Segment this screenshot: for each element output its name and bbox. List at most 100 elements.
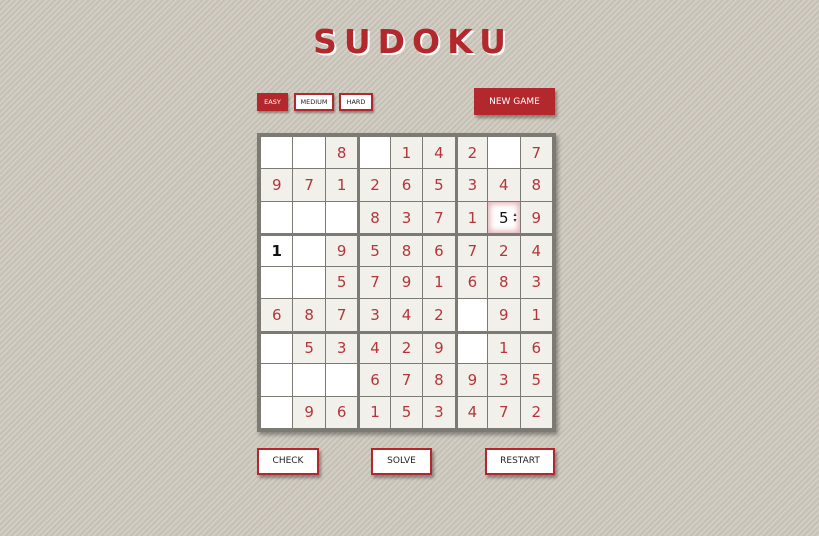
sudoku-cell[interactable]: 2 [390,333,423,364]
sudoku-cell[interactable]: 1 [325,169,358,201]
sudoku-cell[interactable]: 1 [520,299,552,331]
sudoku-cell[interactable]: 3 [390,201,423,234]
new-game-button[interactable]: NEW GAME [474,88,555,115]
sudoku-cell[interactable]: 1 [457,201,488,234]
cell-digit: 3 [499,370,509,389]
sudoku-cell[interactable]: 9 [457,364,488,396]
sudoku-cell[interactable]: 8 [293,299,325,331]
restart-button[interactable]: RESTART [485,448,555,475]
spinner-arrows-icon[interactable]: ▴ ▾ [514,211,517,224]
difficulty-hard-button[interactable]: HARD [339,93,373,111]
cell-digit: 2 [531,403,542,422]
cell-digit: 7 [467,242,478,261]
sudoku-cell[interactable]: 4 [488,169,520,201]
sudoku-cell[interactable]: 5 [520,364,552,396]
sudoku-cell[interactable]: 3 [325,333,358,364]
sudoku-cell[interactable]: 1 [488,333,520,364]
sudoku-cell[interactable]: 3 [360,299,390,331]
sudoku-cell[interactable]: 9 [520,201,552,234]
sudoku-cell[interactable]: 6 [520,333,552,364]
sudoku-cell-empty[interactable] [293,201,325,234]
sudoku-cell[interactable]: 6 [423,236,455,266]
sudoku-cell[interactable]: 5 [325,266,358,299]
sudoku-cell[interactable]: 8 [423,364,455,396]
sudoku-cell[interactable]: 2 [457,137,488,169]
sudoku-cell[interactable]: 2 [488,236,520,266]
sudoku-cell[interactable]: 9 [488,299,520,331]
spin-down-icon[interactable]: ▾ [514,217,517,224]
sudoku-cell[interactable]: 5 [293,333,325,364]
cell-digit: 3 [401,208,412,227]
sudoku-cell-empty[interactable] [261,266,293,299]
cell-digit: 4 [531,242,542,261]
sudoku-cell[interactable]: 6 [360,364,390,396]
sudoku-cell-empty[interactable] [293,364,325,396]
sudoku-cell[interactable]: 8 [488,266,520,299]
sudoku-cell[interactable]: 3 [457,169,488,201]
sudoku-cell[interactable]: 7 [488,396,520,428]
cell-digit: 2 [434,305,444,324]
cell-digit: 8 [336,143,347,162]
sudoku-cell-empty[interactable] [293,266,325,299]
sudoku-cell[interactable]: 7 [325,299,358,331]
sudoku-cell[interactable]: 6 [261,299,293,331]
sudoku-cell[interactable]: 8 [360,201,390,234]
sudoku-cell[interactable]: 8 [325,137,358,169]
difficulty-medium-button[interactable]: MEDIUM [294,93,334,111]
solve-button[interactable]: SOLVE [371,448,432,475]
sudoku-cell[interactable]: 9 [293,396,325,428]
cell-digit: 9 [271,176,282,195]
sudoku-cell[interactable]: 9 [423,333,455,364]
sudoku-cell[interactable]: 8 [390,236,423,266]
sudoku-cell[interactable]: 7 [360,266,390,299]
sudoku-cell[interactable]: 1 [390,137,423,169]
sudoku-cell-empty[interactable] [488,137,520,169]
sudoku-cell-empty[interactable] [457,299,488,331]
sudoku-cell[interactable]: 6 [457,266,488,299]
sudoku-cell[interactable]: 4 [520,236,552,266]
sudoku-cell[interactable]: 2 [520,396,552,428]
cell-digit: 4 [499,176,509,195]
sudoku-cell[interactable]: 7 [390,364,423,396]
sudoku-cell[interactable]: 7 [457,236,488,266]
sudoku-cell[interactable]: 5 [360,236,390,266]
sudoku-cell[interactable]: 8 [520,169,552,201]
sudoku-cell[interactable]: 1 [360,396,390,428]
sudoku-cell[interactable]: 4 [360,333,390,364]
sudoku-cell-empty[interactable] [261,137,293,169]
sudoku-cell-empty[interactable] [293,137,325,169]
sudoku-cell[interactable]: 2 [423,299,455,331]
sudoku-cell[interactable]: 6 [390,169,423,201]
sudoku-cell[interactable]: 9 [390,266,423,299]
sudoku-cell[interactable]: 4 [457,396,488,428]
sudoku-cell[interactable]: 5 [423,169,455,201]
sudoku-cell-empty[interactable] [261,396,293,428]
sudoku-cell[interactable]: 9 [325,236,358,266]
sudoku-cell[interactable]: 3 [423,396,455,428]
sudoku-cell[interactable]: 5 [390,396,423,428]
sudoku-cell[interactable]: 7 [520,137,552,169]
sudoku-cell[interactable]: 6 [325,396,358,428]
check-button[interactable]: CHECK [257,448,319,475]
sudoku-cell[interactable]: 7 [423,201,455,234]
sudoku-cell-empty[interactable] [293,236,325,266]
sudoku-cell-empty[interactable] [261,364,293,396]
sudoku-cell[interactable]: 4 [423,137,455,169]
sudoku-cell[interactable]: 4 [390,299,423,331]
sudoku-cell[interactable]: 3 [520,266,552,299]
cell-digit: 1 [499,339,509,358]
sudoku-cell-input[interactable]: 1 [261,236,293,266]
difficulty-easy-button[interactable]: EASY [257,93,288,111]
sudoku-cell-empty[interactable] [325,201,358,234]
sudoku-cell-empty[interactable] [261,333,293,364]
sudoku-cell-empty[interactable] [325,364,358,396]
sudoku-cell-empty[interactable] [261,201,293,234]
sudoku-cell-input[interactable]: 5 ▴ ▾ [488,201,520,234]
sudoku-cell-empty[interactable] [457,333,488,364]
sudoku-cell[interactable]: 2 [360,169,390,201]
sudoku-cell[interactable]: 7 [293,169,325,201]
sudoku-cell[interactable]: 3 [488,364,520,396]
sudoku-cell[interactable]: 9 [261,169,293,201]
sudoku-cell[interactable]: 1 [423,266,455,299]
sudoku-cell-empty[interactable] [360,137,390,169]
